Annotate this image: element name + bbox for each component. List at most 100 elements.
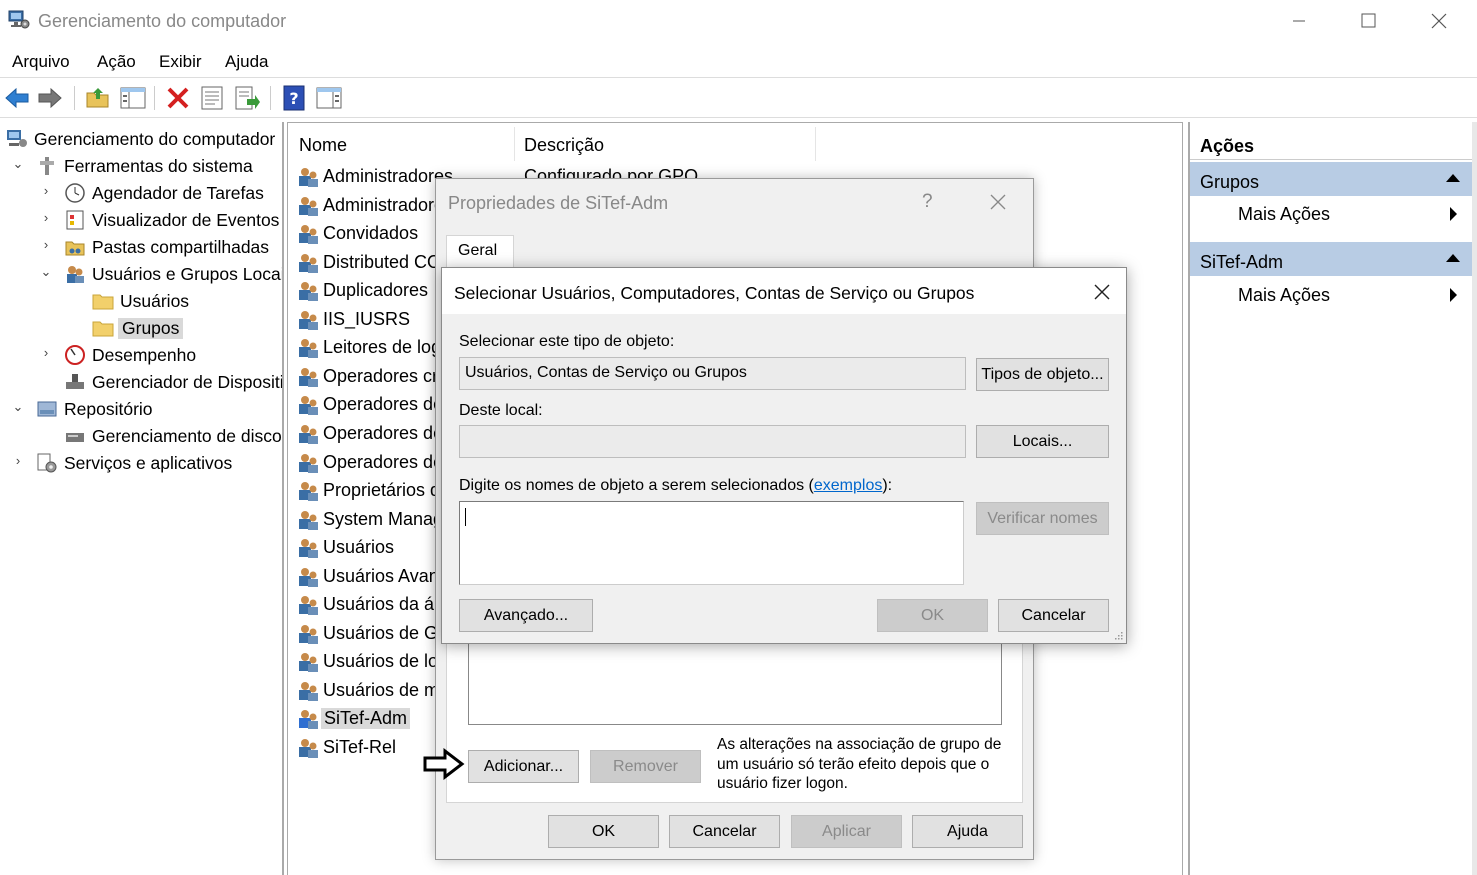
ok-button[interactable]: OK	[877, 599, 988, 632]
add-button[interactable]: Adicionar...	[468, 750, 579, 783]
locations-button[interactable]: Locais...	[976, 425, 1109, 458]
shared-folder-icon	[65, 241, 85, 256]
help-button[interactable]: Ajuda	[912, 815, 1023, 848]
close-icon[interactable]	[1092, 282, 1112, 302]
show-hide-tree-icon[interactable]	[119, 84, 147, 112]
list-item-label: Administradores	[323, 166, 454, 186]
group-icon	[299, 625, 318, 644]
storage-icon	[37, 401, 57, 417]
members-list[interactable]	[468, 643, 1002, 725]
membership-note: As alterações na associação de grupo de …	[717, 736, 1002, 792]
column-header-description[interactable]: Descrição	[524, 135, 604, 156]
minimize-icon[interactable]	[1276, 6, 1322, 36]
event-viewer-icon	[66, 210, 84, 230]
tab-geral[interactable]: Geral	[446, 235, 514, 269]
delete-icon[interactable]	[164, 84, 192, 112]
group-icon	[299, 396, 318, 415]
remove-button[interactable]: Remover	[590, 750, 701, 783]
menu-arquivo[interactable]: Arquivo	[12, 52, 70, 72]
section-label: SiTef-Adm	[1200, 252, 1284, 272]
chevron-right-icon[interactable]: ›	[38, 183, 54, 198]
tree-label: Serviços e aplicativos	[64, 453, 233, 473]
export-list-icon[interactable]	[233, 84, 261, 112]
arrow-pointer-icon	[423, 748, 465, 780]
tree-label: Usuários e Grupos Locais	[92, 264, 284, 284]
menu-ajuda[interactable]: Ajuda	[225, 52, 268, 72]
chevron-down-icon[interactable]: ⌄	[10, 156, 26, 172]
group-icon	[299, 539, 318, 558]
group-icon	[299, 596, 318, 615]
apply-button[interactable]: Aplicar	[791, 815, 902, 848]
properties-icon[interactable]	[198, 84, 226, 112]
clock-icon	[65, 183, 85, 203]
more-actions-sitef-adm[interactable]: Mais Ações	[1238, 285, 1457, 306]
actions-section-groups[interactable]: Grupos	[1190, 162, 1472, 196]
group-icon	[299, 482, 318, 501]
list-item-label: IIS_IUSRS	[323, 309, 411, 329]
chevron-right-icon[interactable]: ›	[38, 345, 54, 360]
section-label: Grupos	[1200, 172, 1260, 192]
actions-pane: Ações Grupos Mais Ações SiTef-Adm Mais A…	[1188, 122, 1472, 875]
group-icon	[299, 311, 318, 330]
up-folder-icon[interactable]	[84, 84, 112, 112]
show-action-pane-icon[interactable]	[315, 84, 343, 112]
tree-label: Agendador de Tarefas	[92, 183, 264, 203]
tree-label: Desempenho	[92, 345, 197, 365]
help-question-icon[interactable]: ?	[922, 191, 933, 213]
group-icon	[299, 368, 318, 387]
collapse-up-icon[interactable]	[1446, 254, 1460, 262]
console-tree: Gerenciamento do computador ⌄ Ferramenta…	[0, 122, 284, 875]
close-icon[interactable]	[1416, 6, 1462, 36]
group-icon	[299, 254, 318, 273]
tree-label: Repositório	[64, 399, 153, 419]
submenu-arrow-icon	[1450, 288, 1457, 302]
back-arrow-icon[interactable]	[3, 84, 31, 112]
tree-label: Gerenciador de Dispositivos	[92, 372, 284, 392]
dialog-title-bar: Selecionar Usuários, Computadores, Conta…	[442, 268, 1126, 314]
location-label: Deste local:	[459, 402, 543, 419]
cancel-button[interactable]: Cancelar	[998, 599, 1109, 632]
computer-management-icon	[8, 10, 30, 29]
group-icon	[299, 568, 318, 587]
actions-section-sitef-adm[interactable]: SiTef-Adm	[1190, 242, 1472, 276]
tree-label: Usuários	[120, 291, 190, 311]
text-caret	[465, 508, 466, 526]
folder-icon	[92, 294, 114, 310]
examples-link[interactable]: exemplos	[814, 477, 882, 494]
group-icon	[299, 653, 318, 672]
chevron-right-icon[interactable]: ›	[10, 453, 26, 468]
collapse-up-icon[interactable]	[1446, 174, 1460, 182]
submenu-arrow-icon	[1450, 207, 1457, 221]
help-icon[interactable]: ?	[280, 84, 308, 112]
check-names-button[interactable]: Verificar nomes	[976, 502, 1109, 535]
chevron-down-icon[interactable]: ⌄	[38, 264, 54, 280]
advanced-button[interactable]: Avançado...	[459, 599, 593, 632]
column-header-name[interactable]: Nome	[299, 135, 347, 156]
menu-exibir[interactable]: Exibir	[159, 52, 202, 72]
object-types-button[interactable]: Tipos de objeto...	[976, 358, 1109, 391]
more-actions-label: Mais Ações	[1238, 204, 1331, 224]
chevron-down-icon[interactable]: ⌄	[10, 399, 26, 415]
tree-label: Grupos	[118, 318, 184, 339]
group-icon	[299, 168, 318, 187]
chevron-right-icon[interactable]: ›	[38, 237, 54, 252]
select-users-dialog: Selecionar Usuários, Computadores, Conta…	[441, 267, 1127, 644]
maximize-icon[interactable]	[1346, 6, 1392, 36]
list-item-label: Administradores	[323, 195, 454, 215]
window-title: Gerenciamento do computador	[38, 11, 287, 31]
dialog-title: Selecionar Usuários, Computadores, Conta…	[454, 283, 975, 303]
list-item-label: SiTef-Rel	[323, 737, 397, 757]
tree-label: Ferramentas do sistema	[64, 156, 253, 176]
resize-grip-icon[interactable]	[1113, 630, 1123, 640]
close-icon[interactable]	[988, 192, 1008, 212]
forward-arrow-icon[interactable]	[36, 84, 64, 112]
names-label-suffix: ):	[882, 477, 893, 494]
object-names-input[interactable]	[459, 501, 964, 585]
group-icon	[299, 339, 318, 358]
menu-acao[interactable]: Ação	[97, 52, 136, 72]
group-icon	[299, 225, 318, 244]
ok-button[interactable]: OK	[548, 815, 659, 848]
more-actions-groups[interactable]: Mais Ações	[1238, 204, 1457, 225]
cancel-button[interactable]: Cancelar	[669, 815, 780, 848]
chevron-right-icon[interactable]: ›	[38, 210, 54, 225]
